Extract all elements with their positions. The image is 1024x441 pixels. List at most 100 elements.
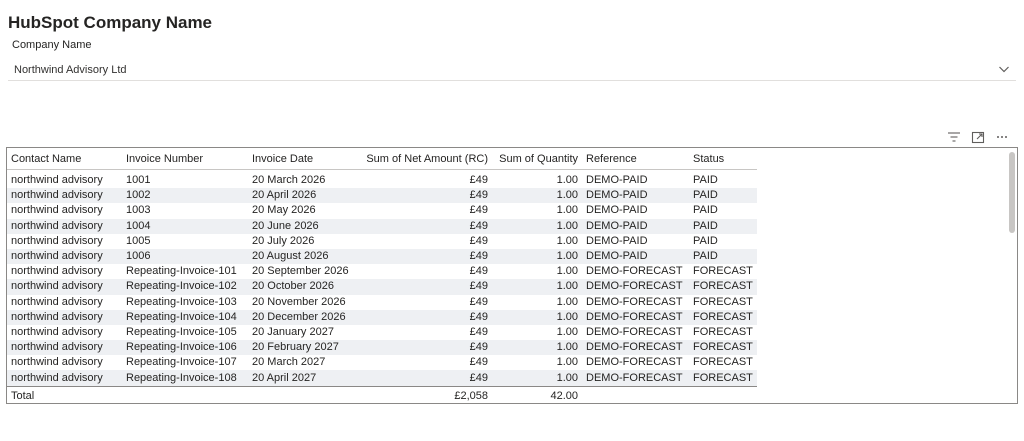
cell-reference: DEMO-FORECAST xyxy=(586,265,683,278)
cell-invoice-date: 20 June 2026 xyxy=(248,218,360,234)
table-row[interactable]: northwind advisory 1004 20 June 2026 £49 1.0… xyxy=(7,218,757,234)
cell-invoice-date: 20 March 2026 xyxy=(252,174,326,187)
cell-reference: DEMO-PAID xyxy=(586,234,648,247)
cell-invoice-date: 20 March 2027 xyxy=(252,356,326,369)
column-header-status[interactable]: Status xyxy=(689,148,757,170)
table-row[interactable]: northwind advisory 1001 20 March 2026 £49 1.… xyxy=(7,170,757,189)
table-row[interactable]: northwind advisory 1002 20 April 2026 £49 1.… xyxy=(7,188,757,204)
cell-contact-name: northwind advisory xyxy=(11,174,103,187)
cell-reference: DEMO-FORECAST xyxy=(582,340,689,356)
cell-contact-name: northwind advisory xyxy=(7,309,122,325)
vertical-scrollbar[interactable] xyxy=(1009,152,1015,233)
cell-net-amount: £49 xyxy=(469,204,488,217)
more-options-icon[interactable] xyxy=(994,129,1010,145)
table-header-row: Contact Name Invoice Number Invoice Date… xyxy=(7,148,757,170)
visual-header-toolbar xyxy=(946,129,1010,145)
column-header-invoice-number[interactable]: Invoice Number xyxy=(122,148,248,170)
cell-contact-name: northwind advisory xyxy=(11,356,103,369)
cell-net-amount: £49 xyxy=(360,248,492,265)
cell-reference: DEMO-PAID xyxy=(582,218,689,234)
table-row[interactable]: northwind advisory Repeating-Invoice-105 2… xyxy=(7,325,757,340)
cell-invoice-date: 20 November 2026 xyxy=(252,295,346,308)
cell-contact-name: northwind advisory xyxy=(7,279,122,295)
company-name-dropdown[interactable]: Northwind Advisory Ltd xyxy=(8,59,1016,81)
cell-status: PAID xyxy=(693,234,718,247)
cell-net-amount: £49 xyxy=(360,188,492,204)
cell-net-amount: £49 xyxy=(469,265,488,278)
cell-invoice-number: Repeating-Invoice-104 xyxy=(122,309,248,325)
cell-quantity: 1.00 xyxy=(492,188,582,204)
cell-reference: DEMO-PAID xyxy=(586,174,648,187)
cell-quantity: 1.00 xyxy=(556,325,578,338)
cell-invoice-number: 1002 xyxy=(122,188,248,204)
table-row[interactable]: northwind advisory Repeating-Invoice-102 2… xyxy=(7,279,757,295)
cell-quantity: 1.00 xyxy=(492,279,582,295)
cell-reference: DEMO-PAID xyxy=(582,188,689,204)
cell-status: FORECAST xyxy=(693,295,753,308)
cell-quantity: 1.00 xyxy=(492,370,582,387)
cell-net-amount: £49 xyxy=(360,370,492,387)
column-header-contact-name[interactable]: Contact Name xyxy=(7,148,122,170)
cell-quantity: 1.00 xyxy=(556,295,578,308)
total-quantity: 42.00 xyxy=(492,385,582,403)
cell-net-amount: £49 xyxy=(360,218,492,234)
column-header-net-amount[interactable]: Sum of Net Amount (RC) xyxy=(360,148,492,170)
cell-invoice-number: Repeating-Invoice-103 xyxy=(126,295,237,308)
invoice-table: Contact Name Invoice Number Invoice Date… xyxy=(7,148,757,403)
cell-invoice-number: Repeating-Invoice-107 xyxy=(126,356,237,369)
table-row[interactable]: northwind advisory Repeating-Invoice-101 2… xyxy=(7,264,757,279)
cell-reference: DEMO-FORECAST xyxy=(582,279,689,295)
cell-contact-name: northwind advisory xyxy=(7,218,122,234)
cell-quantity: 1.00 xyxy=(556,356,578,369)
table-row[interactable]: northwind advisory Repeating-Invoice-106 2… xyxy=(7,340,757,356)
cell-invoice-date: 20 April 2026 xyxy=(248,188,360,204)
cell-net-amount: £49 xyxy=(360,279,492,295)
column-header-quantity[interactable]: Sum of Quantity xyxy=(492,148,582,170)
cell-status: FORECAST xyxy=(693,265,753,278)
cell-invoice-number: Repeating-Invoice-108 xyxy=(122,370,248,387)
cell-quantity: 1.00 xyxy=(492,340,582,356)
cell-quantity: 1.00 xyxy=(492,309,582,325)
table-row[interactable]: northwind advisory 1003 20 May 2026 £49 1.00… xyxy=(7,203,757,218)
cell-contact-name: northwind advisory xyxy=(7,188,122,204)
cell-status: PAID xyxy=(689,218,757,234)
page-title: HubSpot Company Name xyxy=(8,13,213,32)
cell-contact-name: northwind advisory xyxy=(11,325,103,338)
column-header-reference[interactable]: Reference xyxy=(582,148,689,170)
cell-invoice-number: Repeating-Invoice-105 xyxy=(126,325,237,338)
cell-invoice-date: 20 September 2026 xyxy=(252,265,349,278)
table-row[interactable]: northwind advisory Repeating-Invoice-108 2… xyxy=(7,370,757,387)
cell-reference: DEMO-FORECAST xyxy=(586,356,683,369)
cell-status: FORECAST xyxy=(689,279,757,295)
table-total-row: Total £2,058 42.00 xyxy=(7,385,757,403)
table-row[interactable]: northwind advisory Repeating-Invoice-104 2… xyxy=(7,309,757,325)
table-row[interactable]: northwind advisory Repeating-Invoice-103 2… xyxy=(7,295,757,310)
chevron-down-icon[interactable] xyxy=(998,63,1010,75)
cell-contact-name: northwind advisory xyxy=(7,370,122,387)
cell-quantity: 1.00 xyxy=(492,218,582,234)
cell-quantity: 1.00 xyxy=(556,234,578,247)
cell-invoice-date: 20 July 2026 xyxy=(252,234,315,247)
table-row[interactable]: northwind advisory 1006 20 August 2026 £49 1… xyxy=(7,248,757,265)
total-label: Total xyxy=(7,385,122,403)
cell-net-amount: £49 xyxy=(469,356,488,369)
table-row[interactable]: northwind advisory 1005 20 July 2026 £49 1.0… xyxy=(7,234,757,249)
cell-invoice-number: 1001 xyxy=(126,174,151,187)
cell-net-amount: £49 xyxy=(469,295,488,308)
cell-invoice-date: 20 February 2027 xyxy=(248,340,360,356)
column-header-invoice-date[interactable]: Invoice Date xyxy=(248,148,360,170)
cell-status: FORECAST xyxy=(689,340,757,356)
filter-icon[interactable] xyxy=(946,129,962,145)
cell-invoice-date: 20 May 2026 xyxy=(252,204,316,217)
cell-net-amount: £49 xyxy=(469,174,488,187)
cell-contact-name: northwind advisory xyxy=(11,204,103,217)
cell-reference: DEMO-FORECAST xyxy=(582,370,689,387)
cell-net-amount: £49 xyxy=(469,325,488,338)
cell-contact-name: northwind advisory xyxy=(7,340,122,356)
cell-invoice-date: 20 October 2026 xyxy=(248,279,360,295)
cell-reference: DEMO-PAID xyxy=(586,204,648,217)
focus-mode-icon[interactable] xyxy=(970,129,986,145)
cell-invoice-number: Repeating-Invoice-101 xyxy=(126,265,237,278)
cell-invoice-date: 20 April 2027 xyxy=(248,370,360,387)
table-row[interactable]: northwind advisory Repeating-Invoice-107 2… xyxy=(7,355,757,370)
